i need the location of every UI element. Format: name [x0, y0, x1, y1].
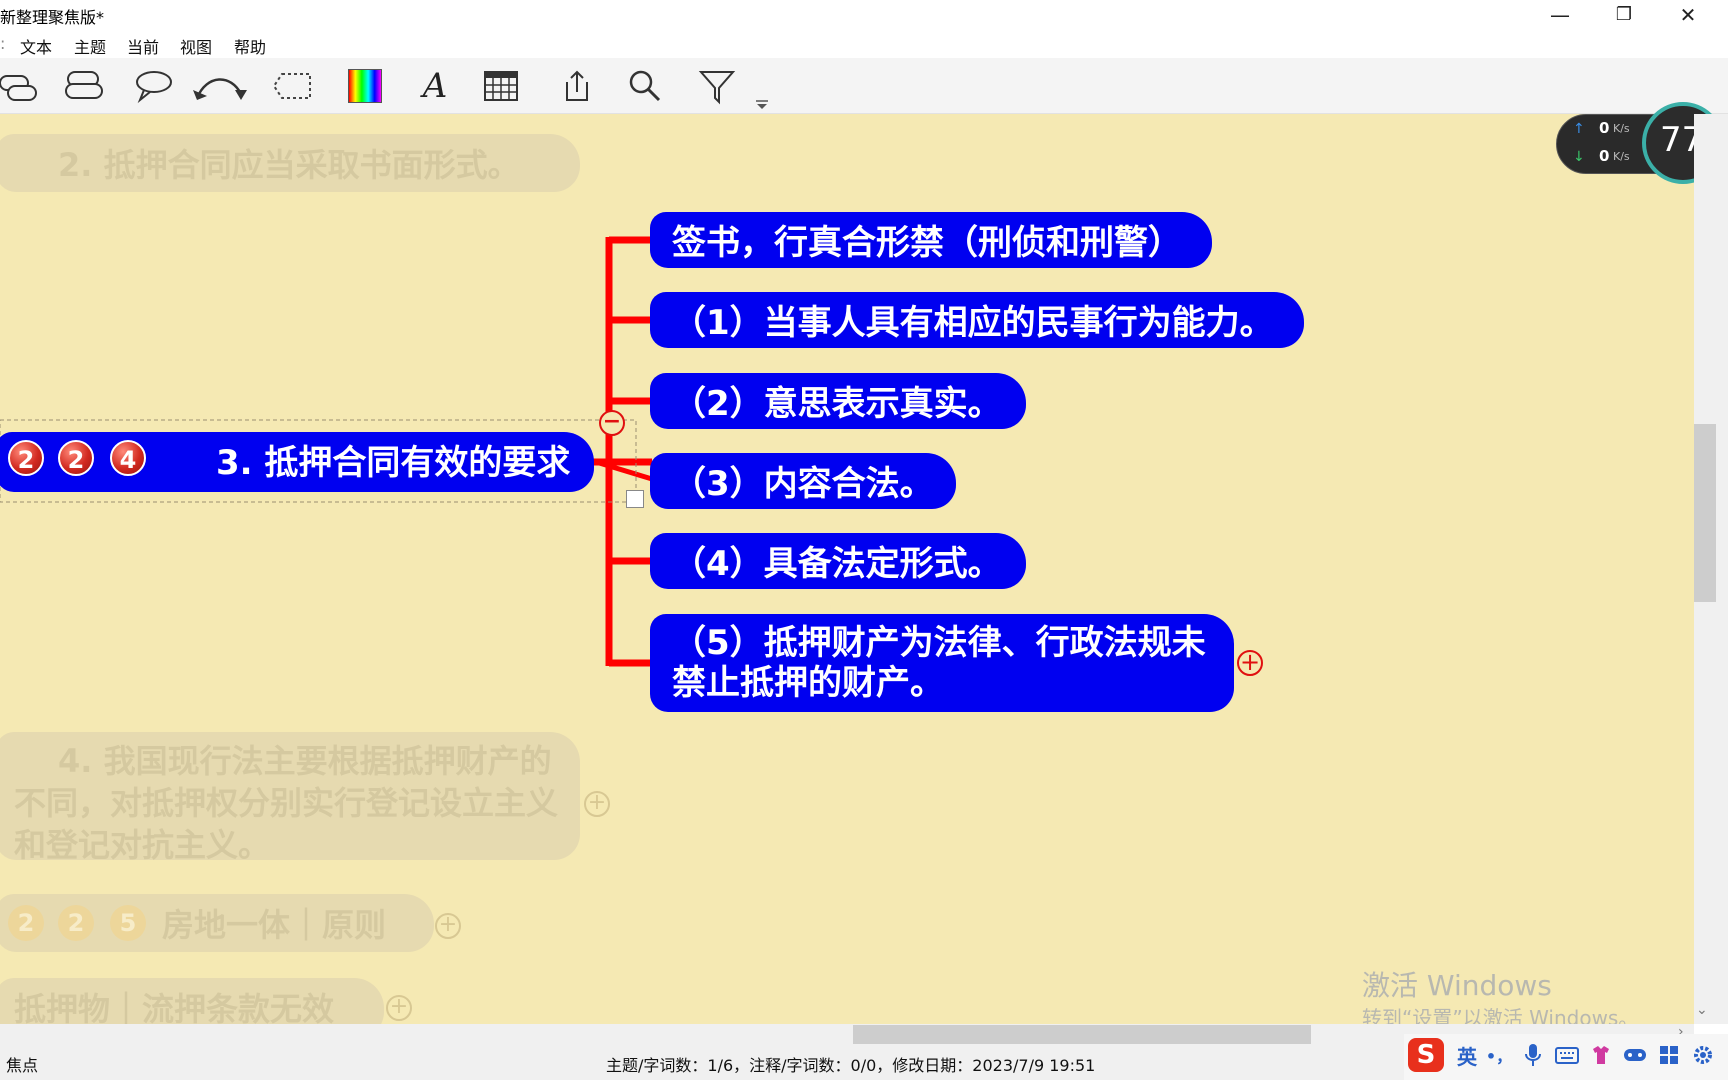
- menu-current[interactable]: 当前: [127, 34, 159, 58]
- child-topic-4[interactable]: （4）具备法定形式。: [650, 533, 1026, 589]
- expand-button[interactable]: +: [1237, 650, 1263, 676]
- title-bar: 新整理聚焦版* — ❐ ✕: [0, 0, 1728, 30]
- menu-view[interactable]: 视图: [180, 34, 212, 58]
- priority-badge-1[interactable]: 2: [8, 440, 44, 476]
- keyboard-icon[interactable]: [1552, 1038, 1582, 1072]
- balloon-icon[interactable]: [128, 64, 178, 108]
- download-unit: K/s: [1613, 150, 1630, 163]
- skin-shirt-icon[interactable]: [1586, 1038, 1616, 1072]
- topic-shape-icon[interactable]: [0, 64, 44, 108]
- export-icon[interactable]: [552, 64, 602, 108]
- faded-topic-collateral[interactable]: 抵押物｜流押条款无效: [0, 978, 384, 1024]
- upload-arrow-icon: ↑: [1573, 121, 1585, 137]
- child-topic-3[interactable]: （3）内容合法。: [650, 453, 956, 509]
- toolbar: A: [0, 58, 1728, 114]
- settings-gear-icon[interactable]: [1688, 1038, 1718, 1072]
- menu-topic[interactable]: 主题: [74, 34, 106, 58]
- priority-badge-3[interactable]: 4: [110, 440, 146, 476]
- menu-help[interactable]: 帮助: [234, 34, 266, 58]
- minimize-button[interactable]: —: [1528, 0, 1592, 30]
- close-button[interactable]: ✕: [1656, 0, 1720, 30]
- menu-edge-marker: :: [0, 34, 6, 53]
- faded-badge-3: 5: [110, 905, 146, 941]
- toolbox-grid-icon[interactable]: [1654, 1038, 1684, 1072]
- faded-expand-button-2[interactable]: +: [435, 913, 461, 939]
- restore-button[interactable]: ❐: [1592, 0, 1656, 30]
- central-topic-label: 3. 抵押合同有效的要求: [216, 443, 571, 483]
- child-topic-1[interactable]: （1）当事人具有相应的民事行为能力。: [650, 292, 1304, 348]
- ime-punctuation-toggle[interactable]: •，: [1484, 1038, 1514, 1072]
- faded-badge-2: 2: [58, 905, 94, 941]
- color-gradient-icon[interactable]: [340, 64, 390, 108]
- horizontal-scroll-thumb[interactable]: [853, 1025, 1311, 1046]
- menu-bar: : 文本 主题 当前 视图 帮助: [0, 30, 1728, 58]
- relationship-arrow-icon[interactable]: [193, 64, 247, 108]
- faded-expand-button-3[interactable]: +: [386, 995, 412, 1021]
- callout-icon[interactable]: [60, 64, 110, 108]
- scroll-down-icon[interactable]: ⌄: [1696, 1002, 1708, 1018]
- window-title: 新整理聚焦版*: [0, 8, 105, 27]
- upload-unit: K/s: [1613, 122, 1630, 135]
- child-topic-5[interactable]: （5）抵押财产为法律、行政法规未禁止抵押的财产。: [650, 614, 1234, 712]
- faded-expand-button-1[interactable]: +: [584, 791, 610, 817]
- status-info: 主题/字词数：1/6，注释/字词数：0/0，修改日期：2023/7/9 19:5…: [606, 1056, 1096, 1075]
- child-topic-mnemonic[interactable]: 签书，行真合形禁（刑侦和刑警）: [650, 212, 1212, 268]
- vertical-scroll-thumb[interactable]: [1694, 424, 1716, 602]
- toolbar-overflow-icon[interactable]: [742, 64, 782, 109]
- search-icon[interactable]: [620, 64, 670, 108]
- game-controller-icon[interactable]: [1620, 1038, 1650, 1072]
- download-speed: 0: [1599, 147, 1610, 165]
- mindmap-canvas[interactable]: 2. 抵押合同应当采取书面形式。 3. 抵押合同有效的要求 2 2 4 − 签书…: [0, 114, 1694, 1024]
- sogou-logo-icon[interactable]: S: [1406, 1038, 1446, 1072]
- faded-topic-4[interactable]: 4. 我国现行法主要根据抵押财产的不同，对抵押权分别实行登记设立主义和登记对抗主…: [0, 732, 580, 864]
- activate-windows-subtitle: 转到“设置”以激活 Windows。: [1362, 1006, 1639, 1024]
- microphone-icon[interactable]: [1518, 1038, 1548, 1072]
- boundary-icon[interactable]: [268, 64, 318, 108]
- resize-handle[interactable]: [626, 490, 644, 508]
- ime-language-toggle[interactable]: 英: [1452, 1038, 1482, 1072]
- priority-badge-2[interactable]: 2: [58, 440, 94, 476]
- activate-windows-title: 激活 Windows: [1362, 969, 1552, 1002]
- upload-speed: 0: [1599, 119, 1610, 137]
- font-icon[interactable]: A: [410, 64, 460, 108]
- filter-icon[interactable]: [692, 64, 742, 108]
- faded-badge-1: 2: [8, 905, 44, 941]
- child-topic-2[interactable]: （2）意思表示真实。: [650, 373, 1026, 429]
- menu-text[interactable]: 文本: [20, 34, 52, 58]
- status-focus: 焦点: [6, 1056, 39, 1075]
- table-icon[interactable]: [476, 64, 526, 108]
- download-arrow-icon: ↓: [1573, 149, 1585, 165]
- collapse-button[interactable]: −: [599, 410, 625, 436]
